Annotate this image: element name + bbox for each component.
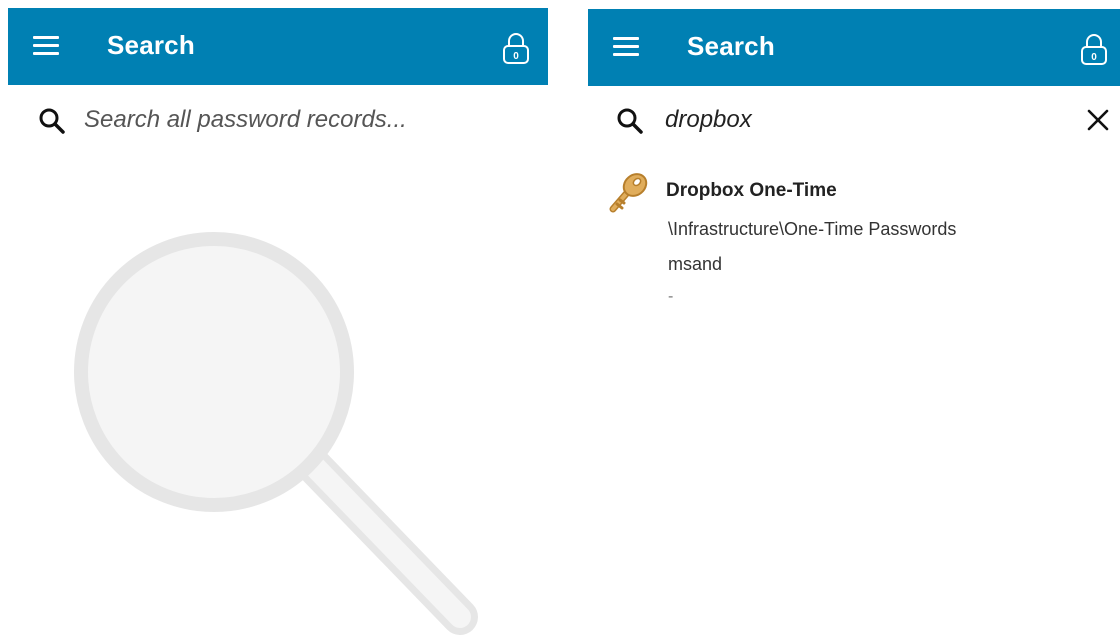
search-screen-empty: Search 0 — [0, 0, 556, 638]
search-bar — [0, 90, 556, 150]
result-path: \Infrastructure\One-Time Passwords — [668, 219, 957, 239]
lock-icon[interactable]: 0 — [1080, 32, 1108, 66]
hamburger-icon[interactable] — [613, 37, 639, 57]
app-bar: Search 0 — [8, 8, 548, 85]
key-icon — [608, 172, 650, 214]
result-username: msand — [668, 254, 723, 274]
hamburger-icon[interactable] — [33, 36, 59, 56]
app-bar: Search 0 — [588, 9, 1120, 86]
search-icon — [616, 107, 644, 135]
lock-icon[interactable]: 0 — [502, 31, 530, 65]
lock-badge: 0 — [513, 51, 519, 62]
search-input[interactable] — [665, 100, 1045, 140]
page-title: Search — [107, 30, 195, 60]
close-icon[interactable] — [1084, 106, 1112, 134]
search-result-item[interactable]: Dropbox One-Time \Infrastructure\One-Tim… — [608, 170, 1098, 320]
search-icon — [38, 107, 66, 135]
search-bar — [588, 90, 1120, 150]
search-input[interactable] — [84, 100, 504, 140]
lock-badge: 0 — [1091, 52, 1097, 63]
result-extra: - — [668, 288, 674, 305]
result-title: Dropbox One-Time — [666, 180, 837, 201]
page-title: Search — [687, 31, 775, 61]
search-screen-results: Search 0 dropbox Dropbox One-Time \Infra… — [588, 0, 1120, 638]
magnifier-illustration — [60, 222, 500, 638]
